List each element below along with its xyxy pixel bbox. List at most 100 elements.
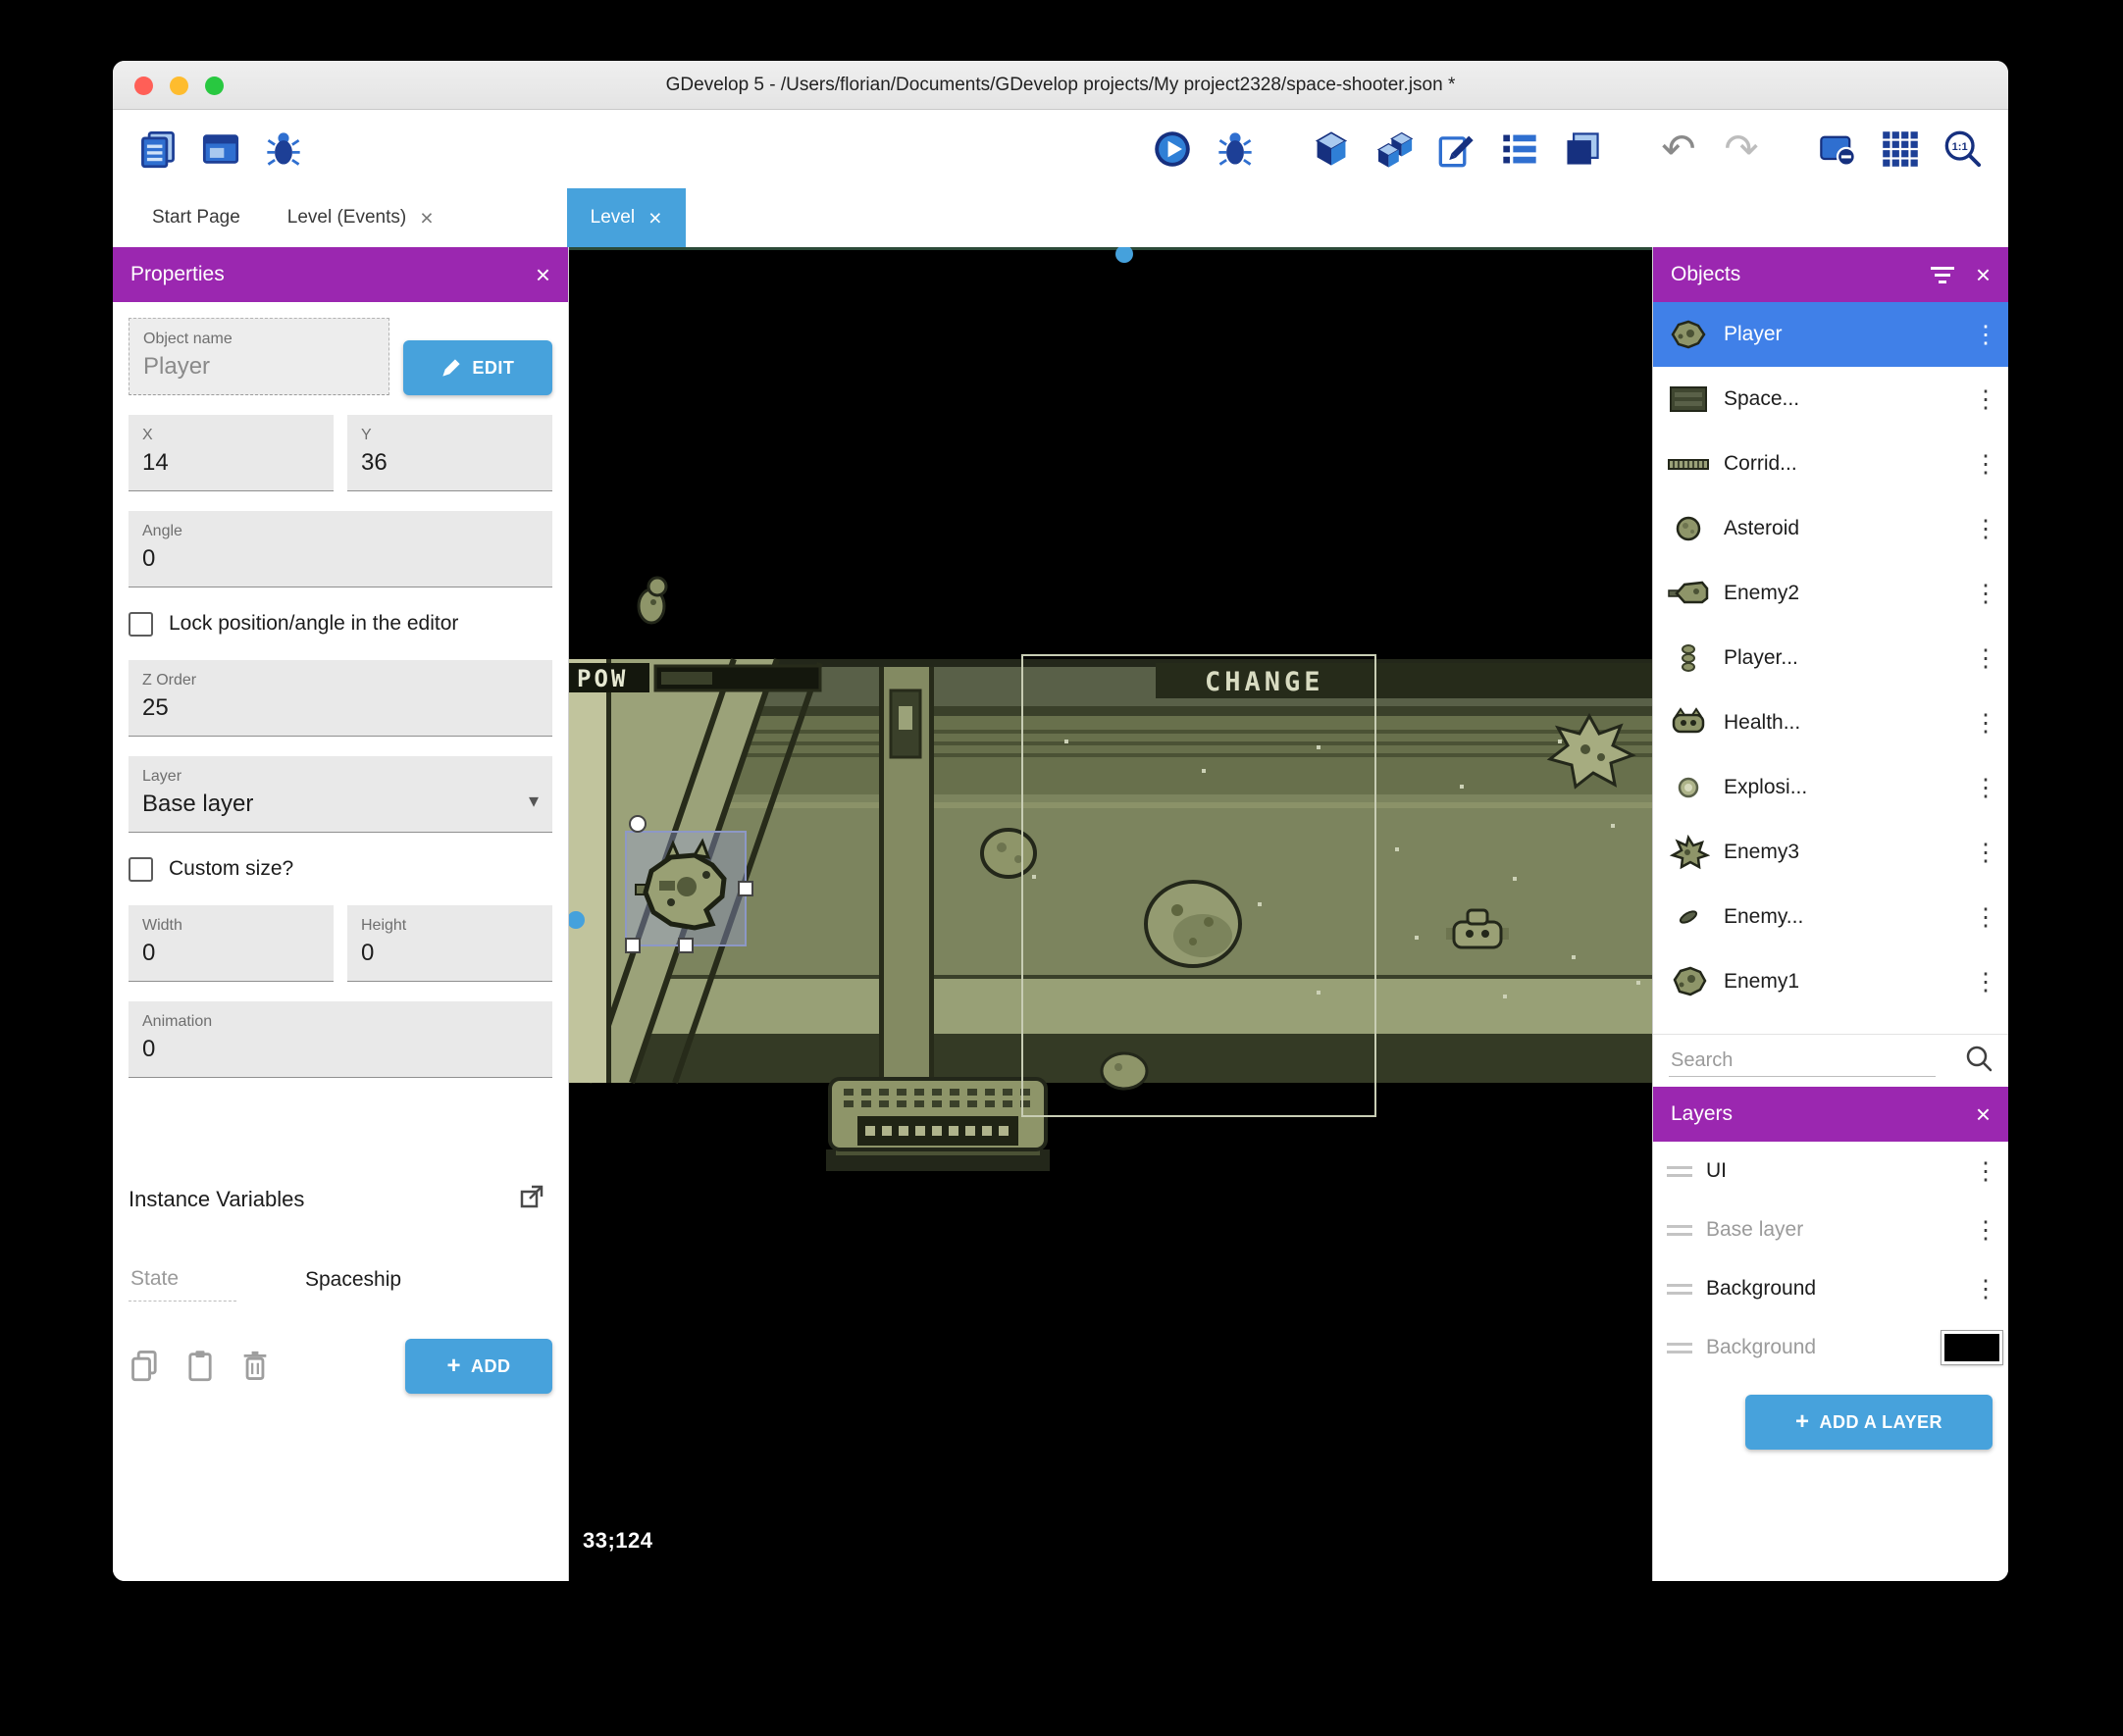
y-field[interactable]: Y 36 xyxy=(347,415,552,491)
resize-handle-right[interactable] xyxy=(738,881,753,896)
zoom-original-button[interactable]: 1:1 xyxy=(1936,122,1991,177)
top-drag-handle[interactable] xyxy=(1115,247,1133,263)
object-row-enemy2[interactable]: Enemy2 ⋮ xyxy=(1653,561,2008,626)
debug-preview-button[interactable] xyxy=(1208,122,1263,177)
custom-size-checkbox[interactable] xyxy=(129,857,153,882)
objects-panel-header: Objects × xyxy=(1653,247,2008,302)
resize-handle-bottom-left[interactable] xyxy=(625,938,641,953)
animation-field[interactable]: Animation 0 xyxy=(129,1001,552,1078)
layer-row-background-color[interactable]: Background xyxy=(1653,1318,2008,1377)
capture-button[interactable] xyxy=(1810,122,1865,177)
object-row-partial[interactable]: ⋮ xyxy=(1653,1014,2008,1034)
tab-level[interactable]: Level × xyxy=(566,188,686,247)
drag-handle-icon[interactable] xyxy=(1667,1342,1692,1353)
object-menu-icon[interactable]: ⋮ xyxy=(1969,773,2002,802)
filter-icon[interactable] xyxy=(1930,266,1954,283)
object-row-en[interactable]: Enemy... ⋮ xyxy=(1653,885,2008,949)
object-row-space[interactable]: Space... ⋮ xyxy=(1653,367,2008,432)
layer-menu-icon[interactable]: ⋮ xyxy=(1969,1156,2002,1186)
height-field[interactable]: Height 0 xyxy=(347,905,552,982)
object-menu-icon[interactable]: ⋮ xyxy=(1969,384,2002,414)
minimize-window-button[interactable] xyxy=(170,77,188,95)
add-layer-button[interactable]: + ADD A LAYER xyxy=(1745,1395,1993,1450)
object-row-health[interactable]: Health... ⋮ xyxy=(1653,690,2008,755)
tab-spaceship[interactable]: Spaceship xyxy=(305,1268,401,1302)
debugger-button[interactable] xyxy=(256,122,311,177)
lock-position-checkbox[interactable] xyxy=(129,612,153,637)
close-tab-icon[interactable]: × xyxy=(420,205,433,231)
tab-state[interactable]: State xyxy=(129,1267,236,1302)
layer-row-ui[interactable]: UI ⋮ xyxy=(1653,1142,2008,1200)
object-row-enemy3[interactable]: Enemy3 ⋮ xyxy=(1653,820,2008,885)
selected-player-instance[interactable] xyxy=(625,815,753,953)
preview-play-button[interactable] xyxy=(1145,122,1200,177)
object-row-playerbullet[interactable]: Player... ⋮ xyxy=(1653,626,2008,690)
layer-menu-icon[interactable]: ⋮ xyxy=(1969,1215,2002,1245)
project-manager-button[interactable] xyxy=(130,122,185,177)
object-menu-icon[interactable]: ⋮ xyxy=(1969,320,2002,349)
x-field[interactable]: X 14 xyxy=(129,415,334,491)
layer-menu-icon[interactable]: ⋮ xyxy=(1969,1274,2002,1303)
object-menu-icon[interactable]: ⋮ xyxy=(1969,902,2002,932)
close-icon[interactable]: × xyxy=(536,262,550,287)
undo-button[interactable]: ↶ xyxy=(1651,122,1706,177)
explosion-thumbnail xyxy=(1653,770,1724,805)
editor-tab-bar: Start Page Level (Events) × Level × xyxy=(113,188,2008,247)
edit-object-button[interactable]: EDIT xyxy=(402,340,552,395)
object-row-asteroid[interactable]: Asteroid ⋮ xyxy=(1653,496,2008,561)
close-icon[interactable]: × xyxy=(1976,262,1991,287)
cursor-coordinates: 33;124 xyxy=(583,1528,653,1553)
angle-field[interactable]: Angle 0 xyxy=(129,511,552,587)
space-background-thumbnail xyxy=(1653,382,1724,417)
z-order-field[interactable]: Z Order 25 xyxy=(129,660,552,737)
scene-canvas[interactable]: POW CHANGE 33;124 xyxy=(569,247,1652,1581)
drag-handle-icon[interactable] xyxy=(1667,1283,1692,1295)
open-in-new-icon[interactable] xyxy=(519,1184,544,1214)
asteroid-small-1[interactable] xyxy=(980,828,1037,879)
width-field[interactable]: Width 0 xyxy=(129,905,334,982)
close-icon[interactable]: × xyxy=(1976,1101,1991,1127)
object-menu-icon[interactable]: ⋮ xyxy=(1969,449,2002,479)
close-tab-icon[interactable]: × xyxy=(648,205,661,231)
grid-button[interactable] xyxy=(1873,122,1928,177)
object-row-enemy1[interactable]: Enemy1 ⋮ xyxy=(1653,949,2008,1014)
object-row-player[interactable]: Player ⋮ xyxy=(1653,302,2008,367)
layer-row-background[interactable]: Background ⋮ xyxy=(1653,1259,2008,1318)
scene-properties-button[interactable] xyxy=(1429,122,1484,177)
drag-handle-icon[interactable] xyxy=(1667,1224,1692,1236)
preview-window-button[interactable] xyxy=(193,122,248,177)
close-window-button[interactable] xyxy=(134,77,153,95)
object-groups-button[interactable] xyxy=(1367,122,1422,177)
copy-button[interactable] xyxy=(129,1349,164,1384)
delete-button[interactable] xyxy=(238,1349,274,1384)
add-variable-button[interactable]: + ADD xyxy=(405,1339,552,1394)
tab-level-events[interactable]: Level (Events) × xyxy=(264,188,457,247)
background-color-swatch[interactable] xyxy=(1941,1330,2003,1365)
layers-panel-button[interactable] xyxy=(1555,122,1610,177)
object-menu-icon[interactable]: ⋮ xyxy=(1969,514,2002,543)
paste-button[interactable] xyxy=(183,1349,219,1384)
scene-view[interactable]: POW CHANGE xyxy=(569,247,1652,1581)
object-row-explosion[interactable]: Explosi... ⋮ xyxy=(1653,755,2008,820)
rotate-handle[interactable] xyxy=(629,815,647,833)
redo-button[interactable]: ↷ xyxy=(1714,122,1769,177)
object-menu-icon[interactable]: ⋮ xyxy=(1969,838,2002,867)
object-row-corridor[interactable]: Corrid... ⋮ xyxy=(1653,432,2008,496)
object-menu-icon[interactable]: ⋮ xyxy=(1969,967,2002,996)
drag-handle-icon[interactable] xyxy=(1667,1165,1692,1177)
asteroid-small-2[interactable] xyxy=(1100,1051,1149,1091)
tab-start-page[interactable]: Start Page xyxy=(129,188,264,247)
search-input[interactable] xyxy=(1669,1045,1936,1077)
object-menu-icon[interactable]: ⋮ xyxy=(1969,708,2002,738)
object-menu-icon[interactable]: ⋮ xyxy=(1969,1032,2002,1034)
zoom-window-button[interactable] xyxy=(205,77,224,95)
layer-select[interactable]: Layer Base layer ▾ xyxy=(129,756,552,833)
layer-row-base[interactable]: Base layer ⋮ xyxy=(1653,1200,2008,1259)
object-menu-icon[interactable]: ⋮ xyxy=(1969,579,2002,608)
enemy-top-small[interactable] xyxy=(637,576,668,625)
asteroid-large[interactable] xyxy=(1144,880,1242,968)
object-menu-icon[interactable]: ⋮ xyxy=(1969,643,2002,673)
objects-panel-button[interactable] xyxy=(1304,122,1359,177)
instances-list-button[interactable] xyxy=(1492,122,1547,177)
resize-handle-bottom[interactable] xyxy=(678,938,694,953)
